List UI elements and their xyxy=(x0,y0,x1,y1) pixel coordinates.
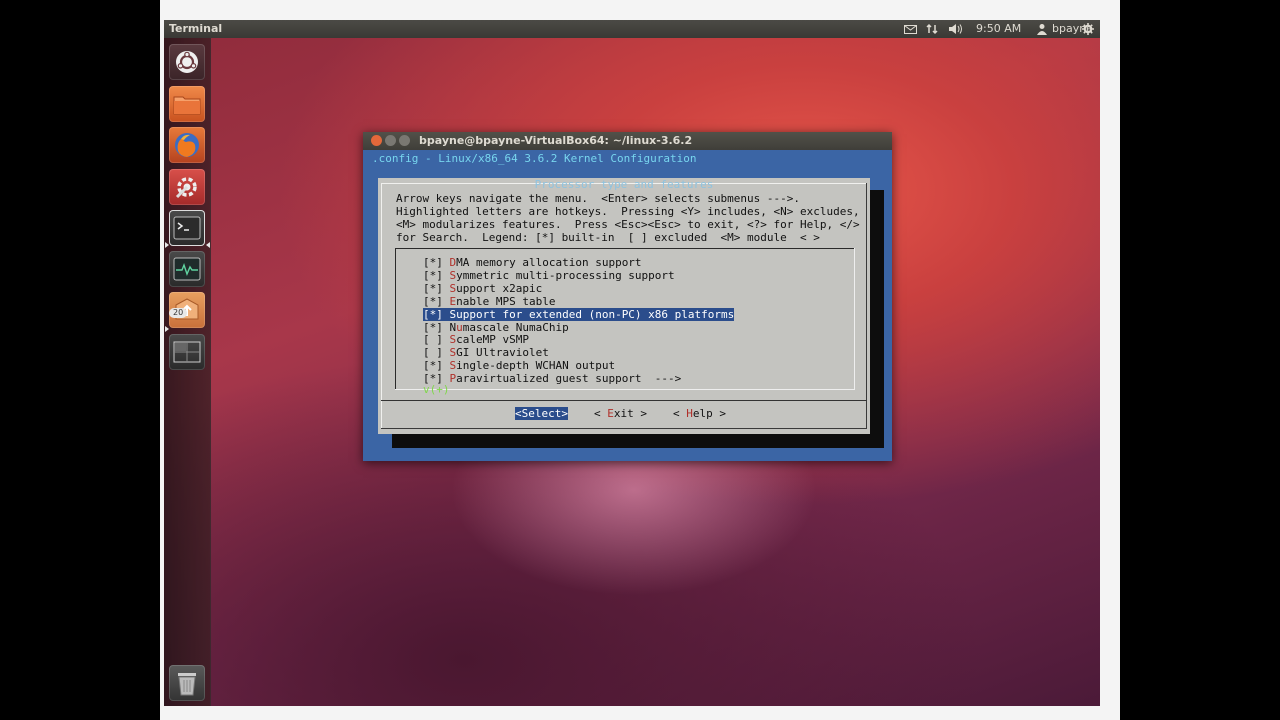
settings-wrench-icon xyxy=(175,177,197,199)
launcher: 20 xyxy=(164,38,211,706)
menu-item[interactable]: [*] Symmetric multi-processing support xyxy=(423,269,675,282)
files-button[interactable] xyxy=(169,86,205,122)
menuconfig-dialog: Processor type and features Arrow keys n… xyxy=(378,178,870,434)
help-line-3: <M> modularizes features. Press <Esc><Es… xyxy=(396,218,860,231)
terminal-icon xyxy=(173,216,201,240)
menu-item[interactable]: [*] Support x2apic xyxy=(423,282,542,295)
active-app-title: Terminal xyxy=(169,22,223,35)
more-indicator: v(+) xyxy=(423,383,450,396)
system-monitor-icon xyxy=(173,257,201,281)
trash-button[interactable] xyxy=(169,665,205,701)
menu-item[interactable]: [*] Enable MPS table xyxy=(423,295,555,308)
menu-item[interactable]: [*] Paravirtualized guest support ---> xyxy=(423,372,681,385)
update-count-badge: 20 xyxy=(169,308,188,318)
ubuntu-logo-icon xyxy=(176,51,198,73)
menu-item[interactable]: [*] DMA memory allocation support xyxy=(423,256,642,269)
menu-item[interactable]: [ ] SGI Ultraviolet xyxy=(423,346,549,359)
menu-item[interactable]: [*] Single-depth WCHAN output xyxy=(423,359,615,372)
menu-item[interactable]: [*] Numascale NumaChip xyxy=(423,321,569,334)
gear-icon[interactable] xyxy=(1082,20,1094,38)
folder-icon xyxy=(173,96,201,115)
workspace-switcher-button[interactable] xyxy=(169,334,205,370)
network-icon[interactable] xyxy=(926,20,938,38)
select-button[interactable]: <Select> xyxy=(515,407,568,420)
exit-button[interactable]: < Exit > xyxy=(594,407,647,420)
terminal-window: bpayne@bpayne-VirtualBox64: ~/linux-3.6.… xyxy=(363,132,892,461)
help-line-1: Arrow keys navigate the menu. <Enter> se… xyxy=(396,192,800,205)
mail-icon[interactable] xyxy=(904,20,917,38)
menu-item[interactable]: [ ] ScaleMP vSMP xyxy=(423,333,529,346)
maximize-icon[interactable] xyxy=(399,135,410,146)
top-panel: Terminal 9:50 AM bpayne xyxy=(164,20,1100,38)
system-monitor-button[interactable] xyxy=(169,251,205,287)
dialog-title: Processor type and features xyxy=(534,178,714,191)
workspace-icon xyxy=(173,341,201,363)
terminal-button[interactable] xyxy=(169,210,205,246)
help-button[interactable]: < Help > xyxy=(673,407,726,420)
close-icon[interactable] xyxy=(371,135,382,146)
config-header: .config - Linux/x86_64 3.6.2 Kernel Conf… xyxy=(372,152,697,165)
volume-icon[interactable] xyxy=(948,20,964,38)
user-icon xyxy=(1037,24,1047,35)
menu-item[interactable]: [*] Support for extended (non-PC) x86 pl… xyxy=(423,307,735,321)
minimize-icon[interactable] xyxy=(385,135,396,146)
trash-icon xyxy=(178,673,196,696)
window-titlebar[interactable]: bpayne@bpayne-VirtualBox64: ~/linux-3.6.… xyxy=(363,132,892,150)
firefox-button[interactable] xyxy=(169,127,205,163)
clock[interactable]: 9:50 AM xyxy=(976,20,1021,38)
help-line-2: Highlighted letters are hotkeys. Pressin… xyxy=(396,205,860,218)
system-settings-button[interactable] xyxy=(169,169,205,205)
firefox-icon xyxy=(175,133,199,157)
dash-home-button[interactable] xyxy=(169,44,205,80)
button-separator xyxy=(381,400,867,401)
desktop: Terminal 9:50 AM bpayne 20 bpayne@bpayne… xyxy=(164,20,1100,706)
window-title: bpayne@bpayne-VirtualBox64: ~/linux-3.6.… xyxy=(419,134,693,147)
help-line-4: for Search. Legend: [*] built-in [ ] exc… xyxy=(396,231,820,244)
